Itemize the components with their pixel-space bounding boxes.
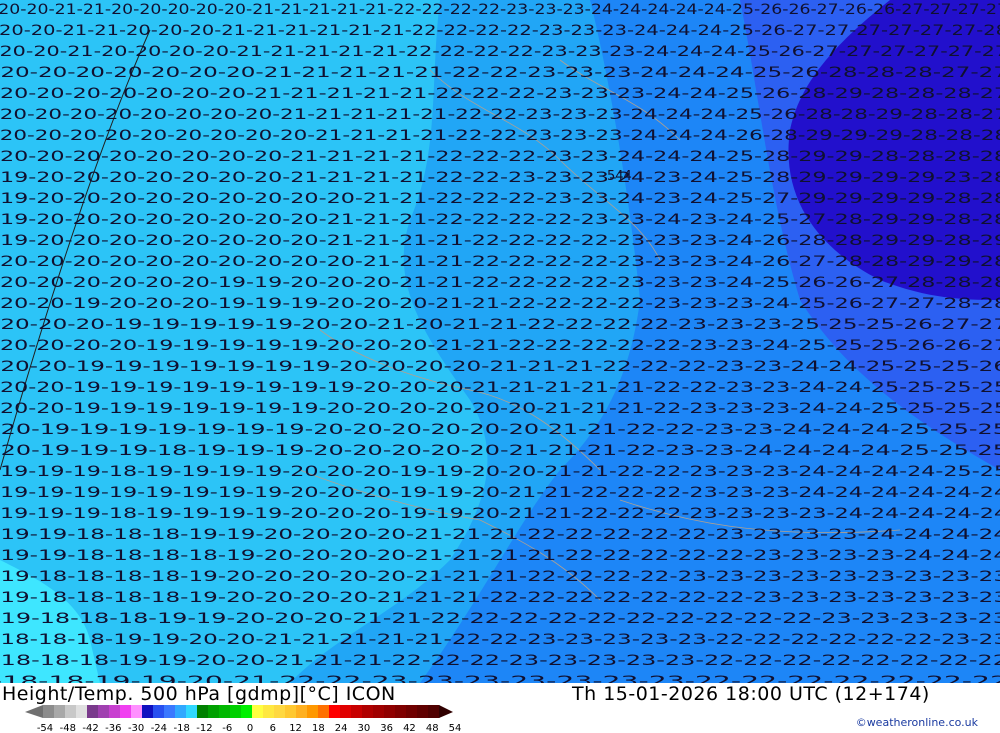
contour-label-row: -20-20-20-20-19-19-19-19-19-20-20-20-21-…: [0, 338, 1000, 354]
contour-label-row: -18-18-18-19-19-20-20-21-21-21-21-21-22-…: [0, 632, 1000, 648]
colorbar-swatch: [263, 705, 275, 718]
colorbar-swatch: [296, 705, 308, 718]
contour-label-row: -20-20-20-20-20-20-20-20-20-21-21-21-21-…: [0, 128, 1000, 144]
colorbar-tick-label: -36: [105, 723, 121, 733]
colorbar-tick-label: 36: [380, 723, 393, 733]
chart-title: Height/Temp. 500 hPa [gdmp][°C] ICON: [2, 683, 396, 705]
colorbar-tick-label: -30: [128, 723, 144, 733]
colorbar-swatch: [43, 705, 55, 718]
colorbar-swatch: [362, 705, 374, 718]
colorbar-swatch: [164, 705, 176, 718]
contour-label-row: -20-20-20-20-20-20-20-21-21-21-21-21-22-…: [0, 86, 1000, 102]
colorbar-swatch: [351, 705, 363, 718]
colorbar-tick-label: -6: [222, 723, 232, 733]
contour-label-row: -19-18-18-18-18-19-20-20-20-20-20-21-21-…: [0, 569, 1000, 585]
colorbar-swatch: [219, 705, 231, 718]
colorbar-tick-label: -12: [196, 723, 212, 733]
contour-label-row: -19-19-18-18-18-18-19-20-20-20-20-21-21-…: [0, 548, 1000, 564]
colorbar-swatch: [76, 705, 88, 718]
contour-label-row: -20-20-20-20-20-20-20-21-21-21-21-21-22-…: [0, 65, 1000, 81]
colorbar-tick-label: -18: [173, 723, 189, 733]
contour-label-row: -18-18-18-19-19-20-20-21-21-21-22-22-22-…: [0, 653, 1000, 669]
colorbar-tick-label: 24: [335, 723, 348, 733]
contour-label-row: -20-20-19-19-19-19-19-19-19-20-20-20-20-…: [0, 401, 1000, 417]
contour-label-row: -19-19-19-19-19-19-19-19-20-20-20-19-19-…: [0, 485, 1000, 501]
colorbar-tick-label: -48: [60, 723, 76, 733]
colorbar-tick-label: 54: [449, 723, 462, 733]
contour-label-row: -20-20-20-20-20-20-20-20-21-21-21-21-22-…: [0, 149, 1000, 165]
colorbar-swatch: [186, 705, 198, 718]
colorbar-swatch: [274, 705, 286, 718]
colorbar-swatch: [208, 705, 220, 718]
colorbar-swatch: [373, 705, 385, 718]
colorbar-swatch: [175, 705, 187, 718]
contour-label-row: -20-20-19-19-19-19-19-19-19-19-20-20-20-…: [0, 380, 1000, 396]
colorbar-swatch: [417, 705, 429, 718]
contour-label-row: -20-20-19-20-20-20-19-19-19-20-20-20-21-…: [0, 296, 1000, 312]
colorbar-tick-label: 30: [358, 723, 371, 733]
colorbar-swatch: [329, 705, 341, 718]
contour-label-row: -19-18-18-18-19-19-20-20-20-21-21-22-22-…: [0, 611, 1000, 627]
colorbar-swatch: [65, 705, 77, 718]
contour-label-row: -19-19-18-18-18-19-19-20-20-20-20-21-21-…: [0, 527, 1000, 543]
colorbar-tick-label: -42: [82, 723, 98, 733]
colorbar-tick-label: 0: [247, 723, 253, 733]
colorbar-left-arrow: [25, 705, 43, 718]
weather-map: -20-20-21-21-20-20-20-20-20-21-21-21-21-…: [0, 0, 1000, 683]
colorbar-swatch: [384, 705, 396, 718]
colorbar-swatch: [131, 705, 143, 718]
contour-label-row: -20-20-19-19-19-19-19-19-19-20-20-20-20-…: [0, 359, 1000, 375]
colorbar-tick-label: 18: [312, 723, 325, 733]
colorbar-right-arrow: [439, 705, 453, 718]
colorbar-tick-label: -24: [151, 723, 167, 733]
colorbar-swatch: [109, 705, 121, 718]
contour-label-row: -19-20-20-20-20-20-20-20-21-21-21-21-22-…: [0, 170, 1000, 186]
contour-label-row: -20-19-19-19-18-19-19-19-20-20-20-20-20-…: [0, 443, 1000, 459]
colorbar-swatch: [230, 705, 242, 718]
forecast-datetime: Th 15-01-2026 18:00 UTC (12+174): [572, 683, 930, 705]
colorbar-swatch: [318, 705, 330, 718]
contour-label-row: -19-19-19-18-19-19-19-19-20-20-20-19-19-…: [0, 464, 1000, 480]
isoline-label: 544: [607, 169, 632, 184]
colorbar-swatch: [142, 705, 154, 718]
contour-label-row: -19-20-20-20-20-20-20-20-20-21-21-21-21-…: [0, 233, 1000, 249]
colorbar-tick-label: 6: [270, 723, 276, 733]
contour-label-row: -19-20-20-20-20-20-20-20-20-20-21-21-22-…: [0, 191, 1000, 207]
colorbar-legend: -54 -48 -42 -36 -30 -24 -18 -12 -6 0 6 12 18 24 30 36 42…: [25, 705, 462, 733]
colorbar-tick-label: -54: [37, 723, 53, 733]
contour-label-row: -19-20-20-20-20-20-20-20-20-21-21-21-22-…: [0, 212, 1000, 228]
footer: Height/Temp. 500 hPa [gdmp][°C] ICON Th …: [0, 683, 1000, 733]
colorbar-tick-label: 48: [426, 723, 439, 733]
contour-label-row: -19-18-18-18-18-19-20-20-20-20-21-21-21-…: [0, 590, 1000, 606]
colorbar-swatch: [241, 705, 253, 718]
colorbar-swatch: [285, 705, 297, 718]
contour-label-row: -19-19-19-18-19-19-19-19-20-20-20-19-19-…: [0, 506, 1000, 522]
contour-label-row: -20-20-21-20-20-20-20-21-21-21-21-21-22-…: [0, 44, 1000, 60]
contour-label-row: -20-20-20-19-19-19-19-19-20-20-21-20-21-…: [0, 317, 1000, 333]
contour-label-row: -18-18-19-19-20-21-22-22-23-23-23-23-23-…: [0, 674, 1000, 683]
contour-label-row: -20-20-21-21-20-20-20-21-21-21-21-21-21-…: [0, 23, 1000, 39]
colorbar-tick-label: 42: [403, 723, 416, 733]
colorbar-swatch: [98, 705, 110, 718]
colorbar-swatch: [153, 705, 165, 718]
colorbar-swatch: [340, 705, 352, 718]
colorbar-swatch: [197, 705, 209, 718]
contour-label-row: -20-20-20-20-20-20-20-20-21-21-21-21-21-…: [0, 107, 1000, 123]
colorbar-swatch: [252, 705, 264, 718]
credit-link[interactable]: ©weatheronline.co.uk: [856, 716, 978, 729]
colorbar-swatch: [428, 705, 440, 718]
colorbar-swatch: [120, 705, 132, 718]
contour-label-row: -20-20-21-21-20-20-20-20-20-21-21-21-21-…: [0, 2, 1000, 18]
colorbar-swatch: [406, 705, 418, 718]
contour-label-row: -20-20-20-20-20-20-19-19-20-20-20-21-21-…: [0, 275, 1000, 291]
colorbar-swatch: [395, 705, 407, 718]
contour-label-row: -20-20-20-20-20-20-20-20-20-20-21-21-21-…: [0, 254, 1000, 270]
contour-label-row: -20-19-19-19-19-19-19-19-20-20-20-20-20-…: [0, 422, 1000, 438]
colorbar-swatch: [87, 705, 99, 718]
colorbar-swatch: [54, 705, 66, 718]
colorbar-swatch: [307, 705, 319, 718]
colorbar-tick-label: 12: [289, 723, 302, 733]
